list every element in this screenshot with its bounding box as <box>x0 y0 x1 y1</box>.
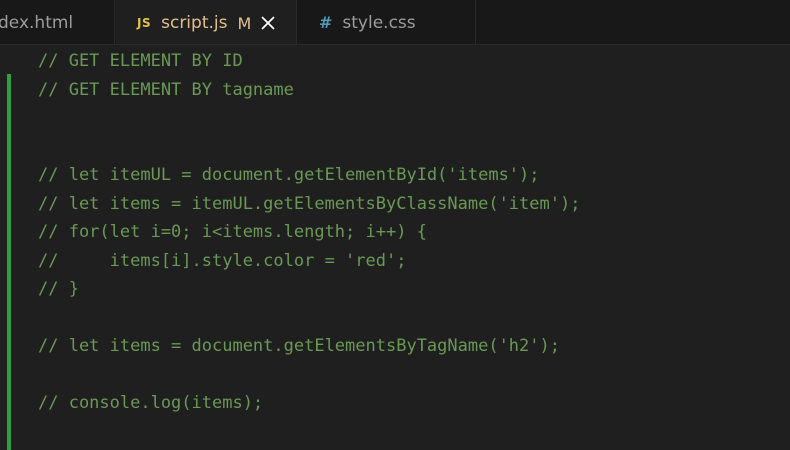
tab-script-js[interactable]: JS script.js M <box>116 0 297 44</box>
modified-badge: M <box>237 13 252 33</box>
code-line: // for(let i=0; i<items.length; i++) { <box>38 222 427 242</box>
code-editor[interactable]: // GET ELEMENT BY ID // GET ELEMENT BY t… <box>0 46 790 450</box>
code-line: // let items = document.getElementsByTag… <box>38 336 560 356</box>
editor-tab-bar: dex.html JS script.js M # style.css <box>0 0 790 45</box>
tab-label: dex.html <box>0 12 74 33</box>
code-line: // let itemUL = document.getElementById(… <box>38 165 540 185</box>
tab-index-html[interactable]: dex.html <box>0 0 115 44</box>
css-file-icon: # <box>319 13 333 32</box>
js-file-icon: JS <box>137 16 152 30</box>
tab-label: script.js <box>161 13 228 33</box>
git-added-indicator <box>7 74 11 450</box>
tab-label: style.css <box>342 12 416 33</box>
code-line: // let items = itemUL.getElementsByClass… <box>38 194 581 214</box>
close-icon[interactable] <box>260 15 276 31</box>
code-line: // GET ELEMENT BY tagname <box>38 80 294 100</box>
code-line: // console.log(items); <box>38 393 264 413</box>
code-line: // } <box>38 279 79 299</box>
code-line: // GET ELEMENT BY ID <box>38 51 243 71</box>
tab-style-css[interactable]: # style.css <box>298 0 476 44</box>
code-line: // items[i].style.color = 'red'; <box>38 251 407 271</box>
